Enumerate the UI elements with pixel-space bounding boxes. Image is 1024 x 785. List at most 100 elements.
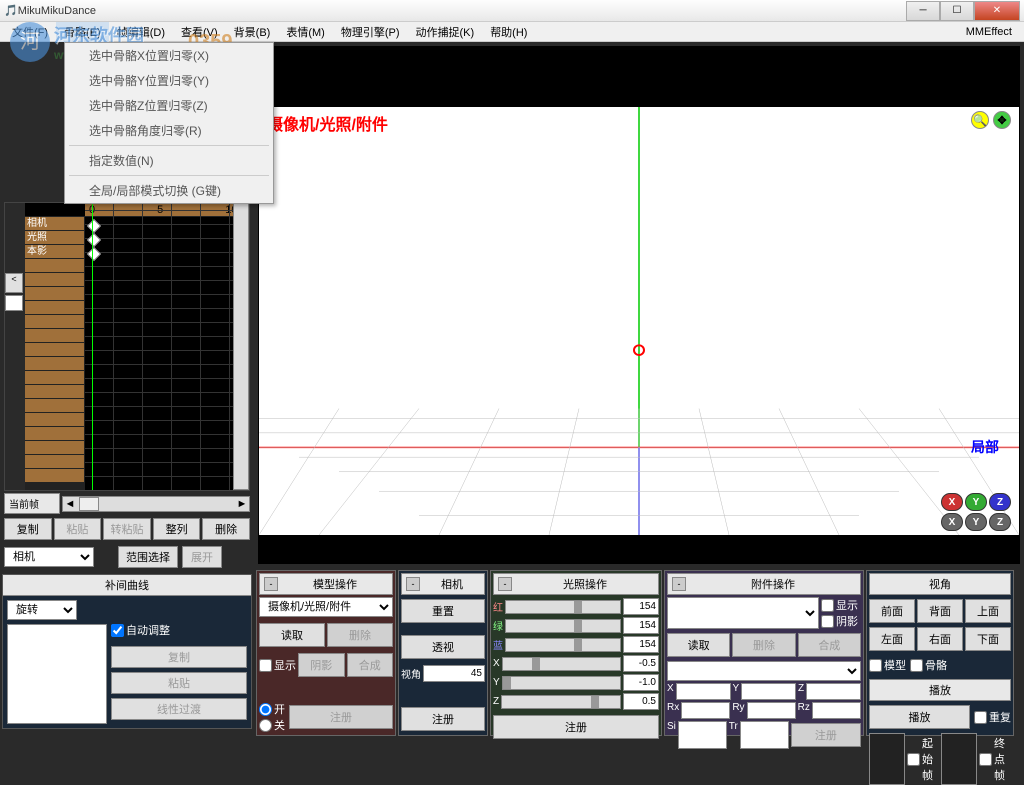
model-show-checkbox[interactable]: 显示 bbox=[259, 657, 296, 673]
keyframe-icon[interactable] bbox=[87, 247, 101, 261]
attach-merge-button[interactable]: 合成 bbox=[798, 633, 861, 657]
attach-minimize-icon[interactable]: - bbox=[672, 577, 686, 591]
light-minimize-icon[interactable]: - bbox=[498, 577, 512, 591]
attach-shadow-checkbox[interactable]: 阴影 bbox=[821, 613, 861, 629]
attach-select[interactable] bbox=[667, 597, 819, 629]
model-load-button[interactable]: 读取 bbox=[259, 623, 325, 647]
view-bottom-button[interactable]: 下面 bbox=[965, 627, 1011, 651]
tl-column-button[interactable]: 整列 bbox=[153, 518, 201, 540]
gizmo-rot-x[interactable]: X bbox=[941, 493, 963, 511]
track-shadow[interactable]: 本影 bbox=[25, 245, 85, 259]
light-z-input[interactable] bbox=[623, 693, 659, 710]
tl-expand-button[interactable]: 展开 bbox=[182, 546, 222, 568]
timeline-hscroll[interactable]: ◄► bbox=[62, 496, 250, 512]
curve-canvas[interactable] bbox=[7, 624, 107, 724]
curve-auto-checkbox[interactable]: 自动调整 bbox=[111, 622, 247, 638]
gizmo-move-y[interactable]: Y bbox=[965, 513, 987, 531]
light-g-input[interactable] bbox=[623, 617, 659, 634]
attach-register-button[interactable]: 注册 bbox=[791, 723, 861, 747]
view-left-button[interactable]: 左面 bbox=[869, 627, 915, 651]
attach-delete-button[interactable]: 删除 bbox=[732, 633, 795, 657]
view-bone-checkbox[interactable]: 骨骼 bbox=[910, 657, 947, 673]
tl-range-select-button[interactable]: 范围选择 bbox=[118, 546, 178, 568]
menu-bone-reset-angle[interactable]: 选中骨骼角度归零(R) bbox=[65, 118, 273, 143]
curve-linear-button[interactable]: 线性过渡 bbox=[111, 698, 247, 720]
attach-si-input[interactable] bbox=[678, 721, 727, 749]
menu-bone[interactable]: 骨骼(E) bbox=[56, 22, 109, 42]
model-minimize-icon[interactable]: - bbox=[264, 577, 278, 591]
light-register-button[interactable]: 注册 bbox=[493, 715, 659, 739]
view-right-button[interactable]: 右面 bbox=[917, 627, 963, 651]
model-shadow-button[interactable]: 阴影 bbox=[298, 653, 345, 677]
view-model-checkbox[interactable]: 模型 bbox=[869, 657, 906, 673]
menu-background[interactable]: 背景(B) bbox=[226, 22, 279, 42]
timeline-vscroll[interactable] bbox=[233, 203, 249, 490]
end-checkbox[interactable]: 终点帧 bbox=[979, 735, 1011, 783]
camera-minimize-icon[interactable]: - bbox=[406, 577, 420, 591]
attach-tr-input[interactable] bbox=[740, 721, 789, 749]
gizmo-move-x[interactable]: X bbox=[941, 513, 963, 531]
gizmo-rot-z[interactable]: Z bbox=[989, 493, 1011, 511]
light-x-input[interactable] bbox=[623, 655, 659, 672]
light-b-input[interactable] bbox=[623, 636, 659, 653]
model-select[interactable]: 摄像机/光照/附件 bbox=[259, 597, 393, 617]
timeline-collapse-button[interactable]: < bbox=[5, 273, 23, 293]
gizmo-rot-y[interactable]: Y bbox=[965, 493, 987, 511]
keyframe-icon[interactable] bbox=[87, 233, 101, 247]
repeat-checkbox[interactable]: 重复 bbox=[974, 705, 1011, 729]
gizmo-move-z[interactable]: Z bbox=[989, 513, 1011, 531]
end-frame-input[interactable] bbox=[941, 733, 977, 785]
model-off-radio[interactable]: 关 bbox=[259, 717, 285, 733]
attach-rx-input[interactable] bbox=[681, 702, 730, 719]
curve-paste-button[interactable]: 粘贴 bbox=[111, 672, 247, 694]
tl-copy-button[interactable]: 复制 bbox=[4, 518, 52, 540]
gizmo-zoom-icon[interactable]: 🔍 bbox=[971, 111, 989, 129]
close-button[interactable]: ✕ bbox=[974, 1, 1020, 21]
track-camera[interactable]: 相机 bbox=[25, 217, 85, 231]
camera-angle-input[interactable] bbox=[423, 665, 485, 682]
menu-mmeffect[interactable]: MMEffect bbox=[966, 26, 1020, 38]
attach-target-select[interactable] bbox=[667, 661, 861, 681]
curve-copy-button[interactable]: 复制 bbox=[111, 646, 247, 668]
light-b-slider[interactable] bbox=[505, 638, 621, 652]
view-front-button[interactable]: 前面 bbox=[869, 599, 915, 623]
view-back-button[interactable]: 背面 bbox=[917, 599, 963, 623]
tl-rpaste-button[interactable]: 转粘贴 bbox=[103, 518, 151, 540]
attach-x-input[interactable] bbox=[676, 683, 731, 700]
curve-type-select[interactable]: 旋转 bbox=[7, 600, 77, 620]
camera-register-button[interactable]: 注册 bbox=[401, 707, 485, 731]
menu-frame-edit[interactable]: 帧编辑(D) bbox=[109, 22, 173, 42]
menu-physics[interactable]: 物理引擎(P) bbox=[333, 22, 408, 42]
maximize-button[interactable]: ☐ bbox=[940, 1, 974, 21]
play-button[interactable]: 播放 bbox=[869, 705, 970, 729]
start-frame-input[interactable] bbox=[869, 733, 905, 785]
start-checkbox[interactable]: 起始帧 bbox=[907, 735, 939, 783]
light-r-slider[interactable] bbox=[505, 600, 621, 614]
track-light[interactable]: 光照 bbox=[25, 231, 85, 245]
light-r-input[interactable] bbox=[623, 598, 659, 615]
menu-expression[interactable]: 表情(M) bbox=[278, 22, 333, 42]
camera-reset-button[interactable]: 重置 bbox=[401, 599, 485, 623]
tl-track-select[interactable]: 相机 bbox=[4, 547, 94, 567]
view-top-button[interactable]: 上面 bbox=[965, 599, 1011, 623]
attach-y-input[interactable] bbox=[741, 683, 796, 700]
menu-bone-set-value[interactable]: 指定数值(N) bbox=[65, 148, 273, 173]
menu-file[interactable]: 文件(F) bbox=[4, 22, 56, 42]
attach-rz-input[interactable] bbox=[812, 702, 861, 719]
light-g-slider[interactable] bbox=[505, 619, 621, 633]
model-delete-button[interactable]: 删除 bbox=[327, 623, 393, 647]
model-register-button[interactable]: 注册 bbox=[289, 705, 393, 729]
attach-load-button[interactable]: 读取 bbox=[667, 633, 730, 657]
menu-bone-toggle-mode[interactable]: 全局/局部模式切换 (G键) bbox=[65, 178, 273, 203]
menu-view[interactable]: 查看(V) bbox=[173, 22, 226, 42]
attach-show-checkbox[interactable]: 显示 bbox=[821, 597, 861, 613]
menu-bone-reset-z[interactable]: 选中骨骼Z位置归零(Z) bbox=[65, 93, 273, 118]
camera-persp-button[interactable]: 透视 bbox=[401, 635, 485, 659]
light-x-slider[interactable] bbox=[502, 657, 621, 671]
tl-paste-button[interactable]: 粘贴 bbox=[54, 518, 102, 540]
menu-mocap[interactable]: 动作捕捉(K) bbox=[408, 22, 483, 42]
attach-ry-input[interactable] bbox=[747, 702, 796, 719]
menu-bone-reset-y[interactable]: 选中骨骼Y位置归零(Y) bbox=[65, 68, 273, 93]
tl-delete-button[interactable]: 删除 bbox=[202, 518, 250, 540]
minimize-button[interactable]: ─ bbox=[906, 1, 940, 21]
